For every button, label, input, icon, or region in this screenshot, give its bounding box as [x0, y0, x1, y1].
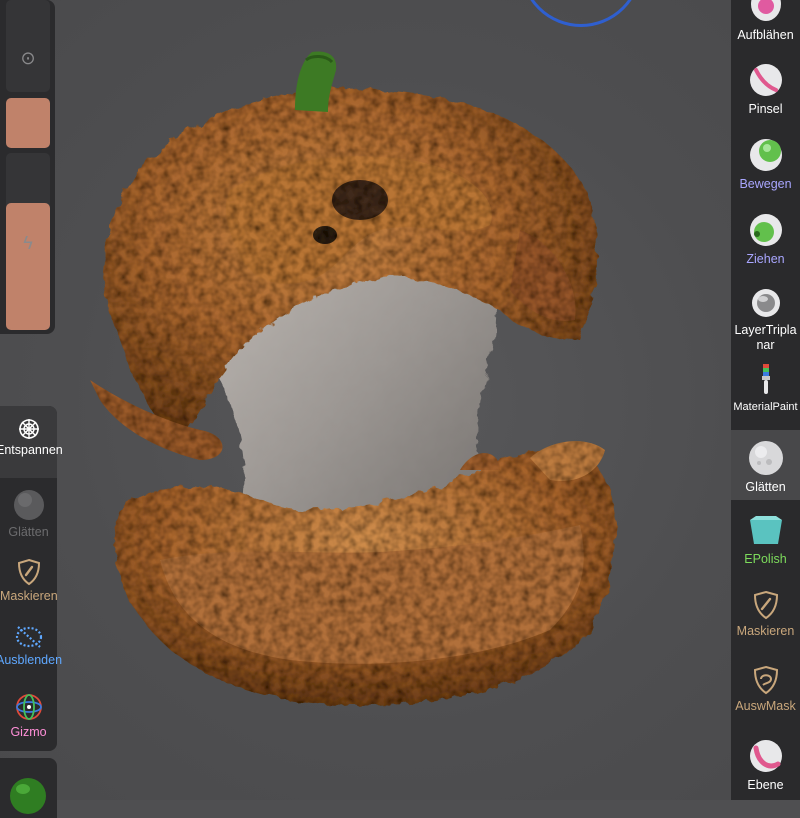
drag-sphere-icon: [749, 214, 782, 246]
tool-label: Maskieren: [736, 624, 795, 638]
tool-glaetten-right[interactable]: Glätten: [731, 430, 800, 500]
smooth-sphere-icon: [748, 441, 783, 475]
tool-label: Glätten: [8, 525, 49, 539]
tool-materialpaint[interactable]: MaterialPaint: [731, 362, 800, 422]
spiderweb-icon: [18, 419, 39, 439]
left-tools-panel: Entspannen Glätten Maskieren Ausblenden …: [0, 406, 63, 751]
tool-label: Ebene: [747, 778, 784, 792]
tool-ausblenden[interactable]: Ausblenden: [0, 624, 62, 684]
tool-pinsel[interactable]: Pinsel: [731, 60, 800, 124]
material-preview-icon[interactable]: [8, 774, 48, 814]
tool-label: LayerTriplanar: [734, 323, 797, 352]
tool-auswmask[interactable]: AuswMask: [731, 663, 800, 723]
left-top-panel: ⊙ ϟ: [0, 0, 55, 334]
tool-label: Entspannen: [0, 443, 63, 457]
gizmo-icon: [15, 694, 42, 720]
layer-sphere-pink-icon: [749, 740, 782, 772]
inflate-sphere-icon: [750, 0, 781, 21]
brush-sphere-icon: [749, 64, 782, 96]
select-mask-icon: [753, 665, 778, 695]
tool-glaetten-left[interactable]: Glätten: [0, 484, 57, 554]
mask-shield-icon: [17, 558, 40, 586]
brush-cursor-ring: [520, 0, 642, 27]
tool-label: Maskieren: [0, 589, 58, 603]
tool-maskieren-right[interactable]: Maskieren: [731, 588, 800, 648]
tool-ziehen[interactable]: Ziehen: [731, 210, 800, 274]
tool-gizmo[interactable]: Gizmo: [0, 692, 57, 750]
tool-label: MaterialPaint: [733, 401, 798, 413]
tool-layertriplanar[interactable]: LayerTriplanar: [731, 285, 800, 357]
pumpkin-model[interactable]: [80, 40, 640, 720]
tool-maskieren-left[interactable]: Maskieren: [0, 556, 58, 616]
target-icon: ⊙: [20, 48, 36, 68]
tool-label: AuswMask: [735, 699, 796, 713]
tool-epolish[interactable]: EPolish: [731, 508, 800, 572]
tool-label: Ziehen: [746, 252, 785, 266]
move-sphere-icon: [749, 139, 782, 171]
sculpt-viewport[interactable]: [0, 0, 800, 800]
focal-slot[interactable]: ⊙: [6, 0, 50, 92]
right-brush-toolbar: Aufblähen Pinsel Bewegen Ziehen LayerTri…: [731, 0, 800, 800]
tool-aufblaehen[interactable]: Aufblähen: [731, 0, 800, 52]
tool-label: Ausblenden: [0, 653, 63, 667]
tool-label: Aufblähen: [737, 28, 794, 42]
dotted-hide-icon: [15, 626, 42, 648]
mask-shield-icon: [753, 590, 778, 620]
tool-label: EPolish: [744, 552, 787, 566]
lightning-icon: ϟ: [23, 233, 33, 253]
layer-sphere-icon: [751, 289, 780, 317]
tool-ebene[interactable]: Ebene: [731, 736, 800, 800]
tool-label: Glätten: [745, 480, 786, 494]
left-bottom-panel: [0, 758, 57, 818]
intensity-slot[interactable]: ϟ: [6, 153, 50, 330]
paint-brush-icon: [761, 364, 770, 394]
epolish-icon: [749, 516, 782, 544]
color-swatch[interactable]: [6, 98, 50, 148]
tool-entspannen[interactable]: Entspannen: [0, 406, 63, 478]
tool-label: Gizmo: [10, 725, 47, 739]
intensity-fill: [6, 203, 50, 330]
smooth-sphere-icon: [13, 490, 44, 520]
tool-label: Bewegen: [739, 177, 792, 191]
tool-bewegen[interactable]: Bewegen: [731, 135, 800, 199]
tool-label: Pinsel: [748, 102, 783, 116]
